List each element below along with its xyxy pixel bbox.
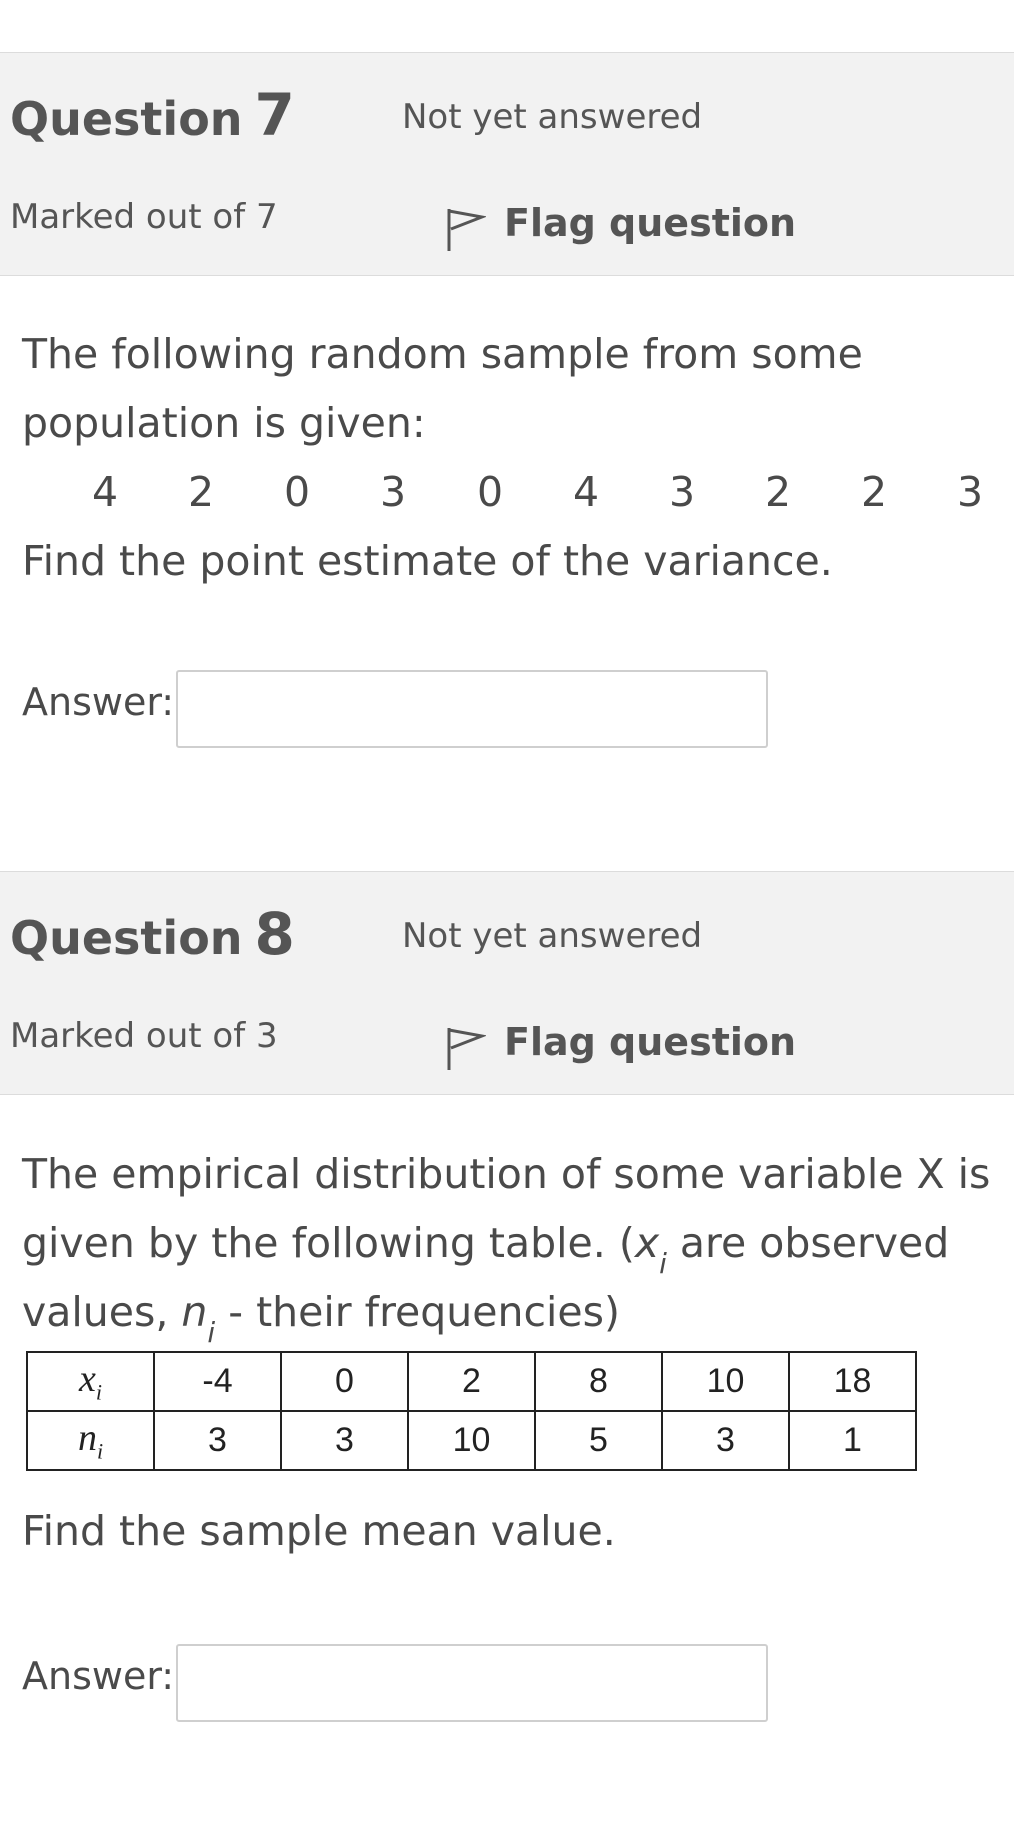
question-8-info: Question 8 Not yet answered Marked out of… — [0, 871, 1014, 1095]
sample-value: 2 — [860, 468, 888, 516]
question-8-state: Not yet answered — [402, 916, 703, 956]
question-number: 7 — [254, 81, 295, 149]
question-8-answer-label: Answer: — [22, 1654, 175, 1698]
table-cell: 3 — [280, 1410, 409, 1471]
question-8-text-line-1: The empirical distribution of some varia… — [22, 1150, 991, 1198]
sample-value: 2 — [764, 468, 792, 516]
flag-icon — [446, 1008, 488, 1076]
sample-value: 3 — [956, 468, 984, 516]
question-word: Question — [10, 92, 243, 146]
question-8-grade: Marked out of 3 — [10, 1016, 278, 1056]
x-symbol: x — [634, 1219, 660, 1267]
flag-icon — [446, 189, 488, 257]
question-7-text-line-1: The following random sample from some — [22, 330, 863, 378]
question-7-prompt: Find the point estimate of the variance. — [22, 537, 833, 585]
text-fragment: values, — [22, 1288, 182, 1336]
flag-question-label: Flag question — [504, 201, 797, 245]
question-8-answer-input[interactable] — [176, 1644, 768, 1722]
flag-question-label: Flag question — [504, 1020, 797, 1064]
question-8-title: Question 8 — [10, 900, 295, 968]
table-cell: -4 — [153, 1351, 282, 1412]
question-word: Question — [10, 911, 243, 965]
sample-value: 3 — [379, 468, 407, 516]
question-7-text-line-2: population is given: — [22, 399, 426, 447]
table-cell: 1 — [788, 1410, 917, 1471]
sample-value: 4 — [91, 468, 119, 516]
question-8-flag-button[interactable]: Flag question — [446, 1008, 796, 1076]
distribution-table: xi -4 0 2 8 10 18 ni 3 3 10 5 3 1 — [26, 1351, 917, 1471]
table-cell: 0 — [280, 1351, 409, 1412]
subscript-i: i — [659, 1247, 667, 1280]
n-symbol: n — [181, 1288, 208, 1336]
table-cell: 10 — [661, 1351, 790, 1412]
page-top-spacer — [0, 0, 1014, 52]
sample-values: 4 2 0 3 0 4 3 2 2 3 — [0, 462, 1014, 522]
sample-value: 2 — [187, 468, 215, 516]
table-cell: 8 — [534, 1351, 663, 1412]
table-cell: 18 — [788, 1351, 917, 1412]
question-number: 8 — [254, 900, 295, 968]
text-fragment: given by the following table. ( — [22, 1219, 635, 1267]
question-7-answer-label: Answer: — [22, 680, 175, 724]
question-7-title: Question 7 — [10, 81, 295, 149]
row-header-xi: xi — [26, 1351, 155, 1412]
table-cell: 3 — [153, 1410, 282, 1471]
table-row-xi: xi -4 0 2 8 10 18 — [26, 1351, 917, 1412]
question-7-flag-button[interactable]: Flag question — [446, 189, 796, 257]
sample-value: 4 — [572, 468, 600, 516]
sample-value: 0 — [283, 468, 311, 516]
text-fragment: - their frequencies) — [215, 1288, 620, 1336]
question-7-info: Question 7 Not yet answered Marked out of… — [0, 52, 1014, 276]
table-cell: 3 — [661, 1410, 790, 1471]
question-7-state: Not yet answered — [402, 97, 703, 137]
table-cell: 10 — [407, 1410, 536, 1471]
question-7-grade: Marked out of 7 — [10, 197, 278, 237]
text-fragment: are observed — [666, 1219, 950, 1267]
table-cell: 5 — [534, 1410, 663, 1471]
table-cell: 2 — [407, 1351, 536, 1412]
question-8-prompt: Find the sample mean value. — [22, 1507, 616, 1555]
sample-value: 0 — [476, 468, 504, 516]
sample-value: 3 — [668, 468, 696, 516]
row-header-ni: ni — [26, 1410, 155, 1471]
table-row-ni: ni 3 3 10 5 3 1 — [26, 1410, 917, 1471]
question-7-answer-input[interactable] — [176, 670, 768, 748]
